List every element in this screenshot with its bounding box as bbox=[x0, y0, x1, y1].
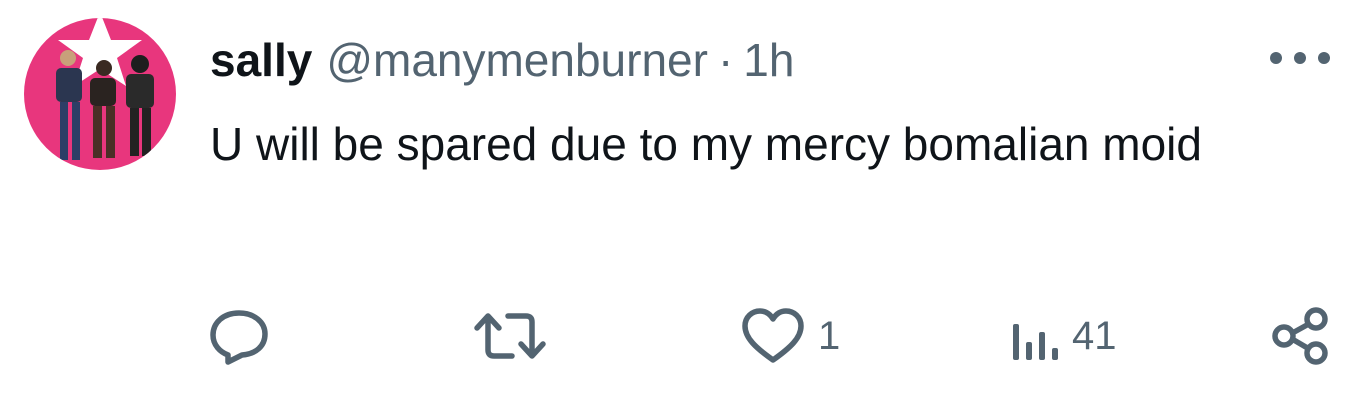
timestamp[interactable]: 1h bbox=[743, 33, 794, 87]
views-button[interactable]: 41 bbox=[1010, 306, 1117, 366]
more-button[interactable] bbox=[1262, 38, 1338, 78]
reply-button[interactable] bbox=[208, 306, 282, 366]
views-icon bbox=[1013, 324, 1058, 360]
repost-button[interactable] bbox=[472, 306, 560, 366]
repost-icon bbox=[474, 313, 546, 359]
more-icon bbox=[1270, 52, 1330, 64]
avatar[interactable] bbox=[24, 18, 176, 170]
reply-icon bbox=[210, 310, 268, 365]
display-name[interactable]: sally bbox=[210, 33, 312, 87]
tweet-header: sally @manymenburner · 1h bbox=[210, 30, 794, 90]
avatar-image bbox=[24, 18, 176, 170]
like-button[interactable]: 1 bbox=[740, 306, 840, 366]
views-count: 41 bbox=[1072, 313, 1117, 358]
like-count: 1 bbox=[818, 313, 841, 358]
tweet[interactable]: sally @manymenburner · 1h U will be spar… bbox=[0, 0, 1371, 415]
share-icon bbox=[1272, 307, 1328, 365]
heart-icon bbox=[742, 308, 804, 363]
share-button[interactable] bbox=[1270, 306, 1332, 366]
separator-dot: · bbox=[717, 34, 734, 86]
tweet-text: U will be spared due to my mercy bomalia… bbox=[210, 118, 1202, 170]
user-handle[interactable]: @manymenburner bbox=[326, 33, 708, 87]
